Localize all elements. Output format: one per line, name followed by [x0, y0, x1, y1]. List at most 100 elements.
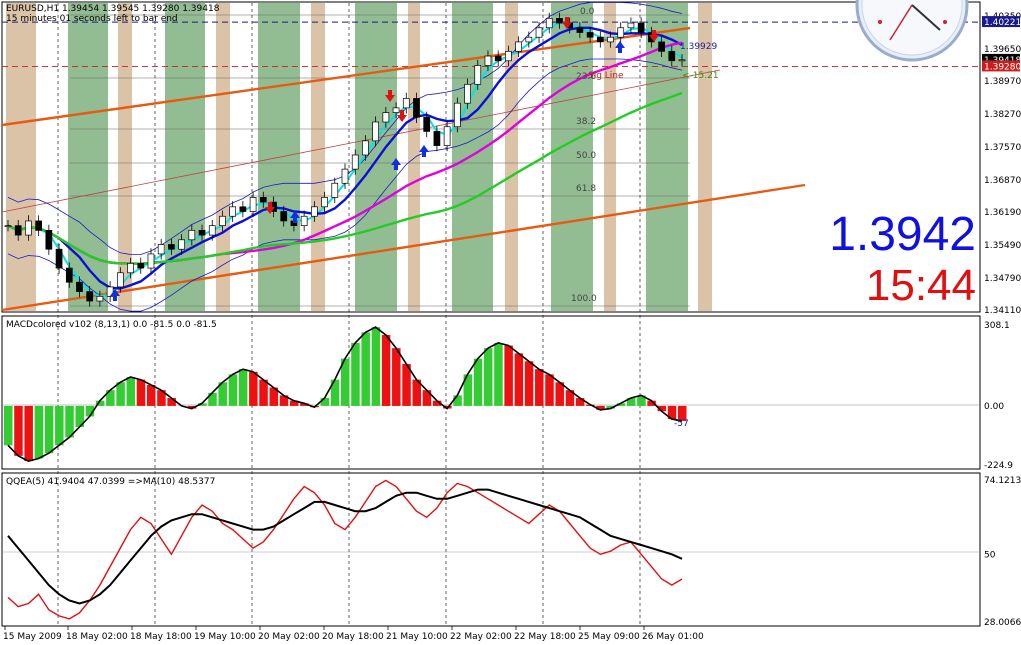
session-band — [408, 3, 420, 311]
session-band — [68, 3, 108, 311]
macd-title: MACDcolored v102 (8,13,1) 0.0 -81.5 0.0 … — [6, 320, 217, 330]
candle-body — [443, 126, 451, 146]
current-time-display: 15:44 — [866, 261, 976, 310]
candle-body — [86, 291, 94, 302]
symbol-info: EURUSD,H1 1.39454 1.39545 1.39280 1.3941… — [6, 4, 220, 14]
time-tick-label: 20 May 18:00 — [322, 632, 384, 642]
pivot-value-label: 1.39929 — [680, 42, 717, 52]
candle-body — [464, 83, 471, 104]
macd-bar — [483, 348, 493, 406]
current-price-display: 1.3942 — [829, 208, 976, 261]
candle-body — [259, 197, 267, 203]
candle-body — [300, 215, 308, 227]
candle-body — [607, 36, 614, 43]
candle-body — [474, 65, 482, 85]
candle-body — [525, 36, 533, 43]
macd-bar — [4, 405, 13, 446]
macd-last-value: -57 — [674, 419, 689, 429]
qqea-tick-label: 28.0066 — [984, 618, 1021, 628]
candle-body — [45, 230, 53, 250]
bar-timer: 15 minutes 01 seconds left to bar end — [6, 14, 178, 24]
macd-bar — [34, 405, 44, 459]
candle-body — [453, 102, 461, 128]
macd-bar — [453, 395, 462, 406]
session-band — [6, 3, 36, 311]
candle-body — [617, 27, 625, 38]
macd-bar — [361, 332, 370, 406]
macd-bar — [524, 361, 534, 406]
macd-bar — [126, 377, 136, 406]
time-tick-label: 19 May 10:00 — [194, 632, 256, 642]
macd-bar — [167, 398, 176, 406]
candle-body — [586, 32, 594, 38]
price-tick-label: 1.39650 — [984, 45, 1021, 55]
candle-body — [362, 140, 369, 156]
fib-label-50: 50.0 — [576, 151, 596, 161]
candle-body — [14, 225, 22, 236]
candle-body — [76, 281, 83, 292]
candle-body — [188, 230, 196, 241]
candle-body — [494, 55, 502, 62]
candle-body — [198, 230, 206, 236]
price-tick-label: 1.36190 — [984, 208, 1021, 218]
macd-bar — [259, 379, 268, 406]
time-tick-label: 22 May 18:00 — [514, 632, 576, 642]
candle-body — [668, 50, 676, 62]
qqea-tick-label: 50 — [984, 550, 996, 560]
candle-body — [35, 220, 42, 231]
candle-body — [627, 22, 635, 29]
time-tick-label: 25 May 09:00 — [578, 632, 640, 642]
candle-body — [596, 36, 604, 43]
macd-bar — [555, 382, 564, 406]
macd-bar — [228, 374, 238, 406]
macd-tick-label: 0.00 — [984, 402, 1004, 412]
candle-body — [55, 248, 63, 269]
fib-label-382: 38.2 — [576, 117, 596, 127]
macd-bar — [351, 342, 360, 406]
macd-bar — [44, 405, 54, 454]
fib-label-0: 0.0 — [580, 7, 595, 17]
candle-body — [311, 206, 318, 217]
macd-bar — [249, 371, 258, 406]
candle-body — [65, 267, 73, 283]
candle-body — [168, 244, 175, 250]
qqea-panel[interactable] — [1, 472, 981, 627]
candle-body — [239, 206, 247, 212]
qqea-axis: 74.1213 50 28.0066 — [984, 476, 1021, 628]
time-tick-label: 20 May 02:00 — [258, 632, 320, 642]
candle-body — [331, 182, 339, 198]
candle-body — [96, 295, 104, 302]
macd-bar — [14, 405, 23, 456]
time-tick-label: 15 May 2009 — [3, 632, 62, 642]
macd-bar — [24, 405, 33, 462]
macd-bar — [146, 384, 156, 406]
macd-bar — [545, 374, 554, 406]
price-tick-label: 1.37570 — [984, 143, 1021, 153]
candle-body — [137, 263, 145, 269]
price-tick-label: 1.39280 — [984, 62, 1021, 72]
qqea-tick-label: 74.1213 — [984, 476, 1021, 486]
macd-axis: 308.1 0.00 -224.9 — [984, 321, 1013, 471]
candle-body — [402, 98, 410, 109]
price-tick-label: 1.38970 — [984, 77, 1021, 87]
time-tick-label: 18 May 02:00 — [66, 632, 128, 642]
candle-body — [4, 225, 12, 228]
macd-bar — [392, 348, 401, 406]
macd-bar — [238, 369, 248, 406]
session-band — [311, 3, 325, 311]
price-tick-label: 1.35490 — [984, 241, 1021, 251]
time-tick-label: 22 May 02:00 — [450, 632, 512, 642]
candle-body — [413, 98, 420, 118]
price-tick-label: 1.38270 — [984, 110, 1021, 120]
candle-body — [658, 41, 665, 52]
macd-bar — [473, 358, 483, 406]
time-tick-label: 18 May 18:00 — [130, 632, 192, 642]
price-axis: 1.403501.402211.396501.394181.392801.389… — [982, 12, 1021, 316]
candle-body — [147, 253, 155, 269]
macd-bar — [494, 342, 503, 406]
trading-chart[interactable]: EURUSD,H1 1.39454 1.39545 1.39280 1.3941… — [0, 0, 1021, 645]
session-band — [452, 3, 493, 311]
macd-bar — [116, 382, 125, 406]
session-band — [355, 3, 397, 311]
candle-body — [219, 215, 226, 227]
